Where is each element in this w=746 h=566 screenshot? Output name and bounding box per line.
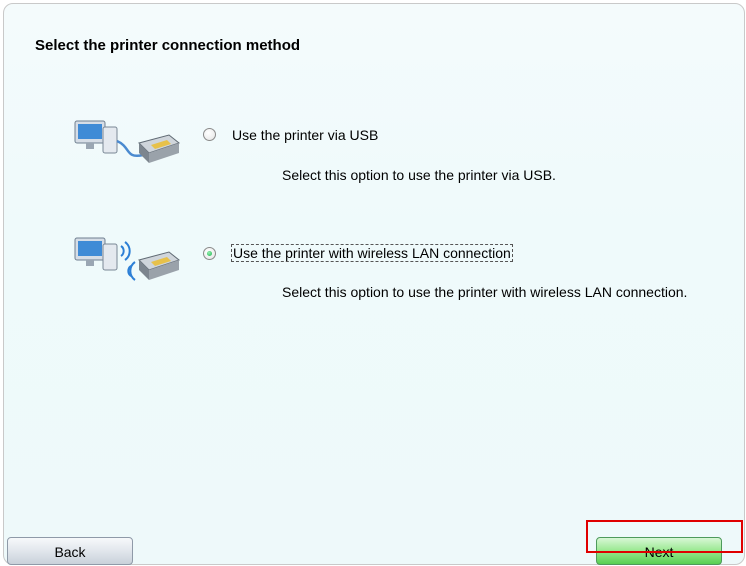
computer-wireless-printer-icon: [74, 237, 181, 281]
wireless-option: Use the printer with wireless LAN connec…: [0, 232, 746, 312]
wireless-option-label[interactable]: Use the printer with wireless LAN connec…: [231, 244, 513, 262]
usb-radio-button[interactable]: [203, 128, 216, 141]
next-button-highlight: [586, 520, 743, 553]
usb-option: Use the printer via USB Select this opti…: [0, 115, 746, 195]
computer-usb-printer-icon: [74, 120, 181, 163]
usb-option-description: Select this option to use the printer vi…: [282, 167, 556, 183]
usb-option-label[interactable]: Use the printer via USB: [231, 127, 379, 143]
wireless-option-description: Select this option to use the printer wi…: [282, 284, 688, 300]
page-title: Select the printer connection method: [35, 37, 301, 54]
back-button[interactable]: Back: [7, 537, 133, 565]
wireless-radio-button[interactable]: [203, 247, 216, 260]
